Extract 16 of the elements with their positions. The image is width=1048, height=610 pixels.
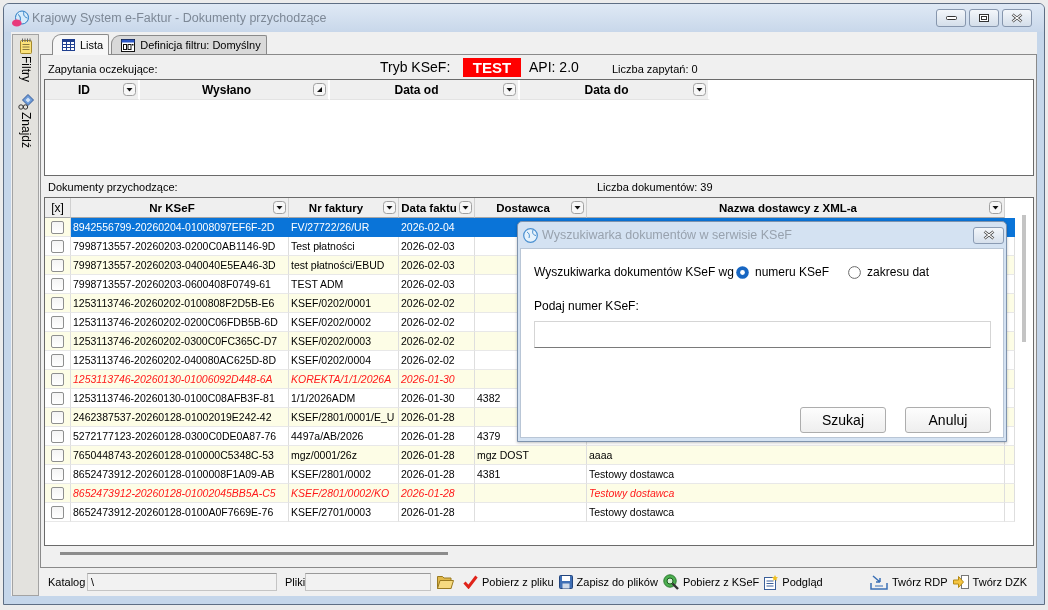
field-label: Pliki — [285, 576, 305, 588]
table-cell: 2026-01-28 — [399, 503, 475, 522]
dialog-title: Wyszukiwarka dokumentów w serwisie KSeF — [542, 228, 792, 242]
field-label: Katalog — [48, 576, 87, 588]
api-version: API: 2.0 — [528, 59, 580, 75]
field-label: Podaj numer KSeF: — [534, 298, 639, 314]
table-cell: Testowy dostawca — [587, 503, 1005, 522]
table-cell: 8652473912-20260128-0100A0F7669E-76 — [71, 503, 289, 522]
request-count: Liczba zapytań: 0 — [612, 62, 699, 75]
section-label: Dokumenty przychodzące: — [48, 180, 179, 193]
window-title: Krajowy System e-Faktur - Dokumenty przychodzące — [32, 11, 327, 25]
mode-indicator: TEST — [463, 57, 521, 77]
section-label: Zapytania oczekujące: — [48, 61, 159, 75]
mode-label: Tryb KSeF: — [380, 59, 452, 75]
document-count: Liczba dokumentów: 39 — [597, 180, 714, 193]
table-cell: KSEF/2701/0003 — [289, 503, 399, 522]
